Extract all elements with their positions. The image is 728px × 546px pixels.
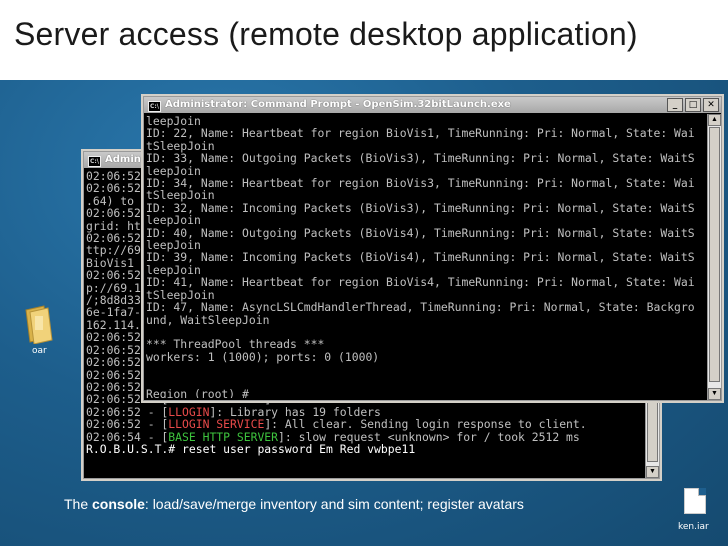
front-console-output: leepJoin ID: 22, Name: Heartbeat for regi… bbox=[146, 115, 707, 398]
slide-caption: The console: load/save/merge inventory a… bbox=[64, 496, 524, 512]
cmd-icon: C:\ bbox=[148, 101, 161, 112]
scroll-down-arrow-icon[interactable]: ▼ bbox=[708, 388, 721, 400]
console-line: workers: 1 (1000); ports: 0 (1000) bbox=[146, 349, 380, 364]
front-scrollbar[interactable]: ▲ ▼ bbox=[707, 114, 721, 400]
console-line: ID: 39, Name: Incoming Packets (BioVis4)… bbox=[146, 250, 695, 265]
cmd-icon: C:\ bbox=[88, 156, 101, 167]
console-line: und, WaitSleepJoin bbox=[146, 312, 270, 327]
close-button[interactable]: ✕ bbox=[703, 98, 719, 112]
console-line: ID: 34, Name: Heartbeat for region BioVi… bbox=[146, 176, 695, 191]
file-icon-label: ken.iar bbox=[678, 522, 709, 532]
front-window-title: Administrator: Command Prompt - OpenSim.… bbox=[165, 99, 511, 110]
window-controls: _ □ ✕ bbox=[667, 98, 719, 112]
console-line: ID: 33, Name: Outgoing Packets (BioVis3)… bbox=[146, 151, 695, 166]
console-line: ID: 32, Name: Incoming Packets (BioVis3)… bbox=[146, 200, 695, 215]
console-line: ID: 40, Name: Outgoing Packets (BioVis4)… bbox=[146, 225, 695, 240]
file-icon[interactable] bbox=[684, 488, 706, 514]
caption-prefix: The bbox=[64, 496, 93, 512]
front-console-window[interactable]: C:\ Administrator: Command Prompt - OpenS… bbox=[143, 96, 722, 401]
folder-icon-label: oar bbox=[32, 346, 47, 356]
slide-title: Server access (remote desktop applicatio… bbox=[14, 16, 638, 52]
console-line: *** ThreadPool threads *** bbox=[146, 337, 325, 352]
minimize-button[interactable]: _ bbox=[667, 98, 683, 112]
front-window-titlebar[interactable]: C:\ Administrator: Command Prompt - OpenS… bbox=[144, 97, 721, 113]
console-line: ID: 41, Name: Heartbeat for region BioVi… bbox=[146, 275, 695, 290]
caption-text: : load/save/merge inventory and sim cont… bbox=[144, 496, 524, 512]
console-line: ID: 22, Name: Heartbeat for region BioVi… bbox=[146, 126, 695, 141]
scroll-down-arrow-icon[interactable]: ▼ bbox=[646, 466, 659, 478]
console-line: ID: 47, Name: AsyncLSLCmdHandlerThread, … bbox=[146, 300, 695, 315]
console-line: tSleepJoin bbox=[146, 188, 215, 203]
console-line: Region (root) # bbox=[146, 386, 249, 398]
maximize-button[interactable]: □ bbox=[685, 98, 701, 112]
folder-icon[interactable] bbox=[22, 304, 56, 344]
scroll-up-arrow-icon[interactable]: ▲ bbox=[708, 114, 721, 126]
console-line: leepJoin bbox=[146, 213, 201, 228]
console-command-line[interactable]: R.O.B.U.S.T.# reset user password Em Red… bbox=[86, 443, 645, 456]
caption-bold-word: console bbox=[92, 496, 145, 512]
scroll-thumb[interactable] bbox=[709, 127, 720, 382]
